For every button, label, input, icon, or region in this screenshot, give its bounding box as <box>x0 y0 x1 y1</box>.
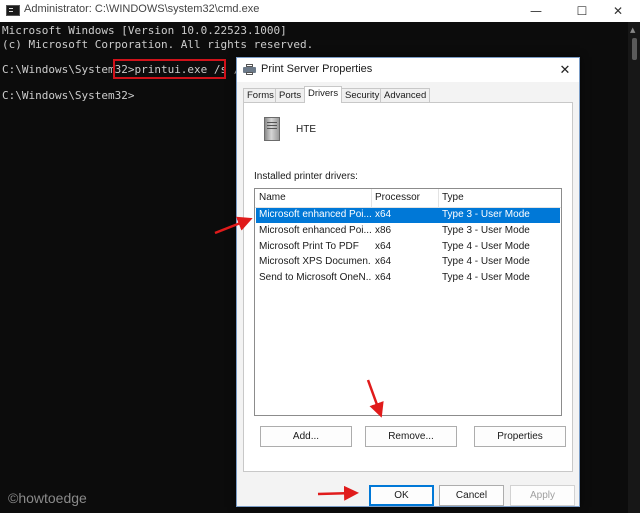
tab-forms[interactable]: Forms <box>243 88 278 102</box>
driver-name-cell: Send to Microsoft OneN... <box>259 272 371 283</box>
dialog-close-button[interactable]: ✕ <box>555 60 575 80</box>
watermark-text: ©howtoedge <box>8 490 87 506</box>
processor-cell: x86 <box>375 225 392 236</box>
server-name: HTE <box>296 124 316 135</box>
type-cell: Type 3 - User Mode <box>442 209 530 220</box>
dialog-title: Print Server Properties <box>261 63 373 75</box>
console-line-version: Microsoft Windows [Version 10.0.22523.10… <box>2 24 287 37</box>
add-button[interactable]: Add... <box>260 426 352 447</box>
cmd-app-icon <box>6 5 20 16</box>
table-row[interactable]: Microsoft Print To PDF x64 Type 4 - User… <box>256 240 560 255</box>
scrollbar-thumb[interactable] <box>632 38 637 60</box>
driver-name-cell: Microsoft Print To PDF <box>259 241 359 252</box>
processor-cell: x64 <box>375 272 392 283</box>
driver-name-cell: Microsoft XPS Documen... <box>259 256 371 267</box>
table-row[interactable]: Send to Microsoft OneN... x64 Type 4 - U… <box>256 271 560 286</box>
close-button[interactable]: ✕ <box>596 0 640 22</box>
driver-name-cell: Microsoft enhanced Poi... <box>259 209 371 220</box>
table-row[interactable]: Microsoft enhanced Poi... x64 Type 3 - U… <box>256 208 560 223</box>
minimize-button[interactable]: — <box>513 0 559 22</box>
type-cell: Type 4 - User Mode <box>442 241 530 252</box>
scroll-up-arrow-icon[interactable]: ▲ <box>630 26 635 34</box>
print-server-properties-dialog: Print Server Properties ✕ Forms Ports Dr… <box>236 57 580 507</box>
table-row[interactable]: Microsoft enhanced Poi... x86 Type 3 - U… <box>256 224 560 239</box>
type-cell: Type 4 - User Mode <box>442 272 530 283</box>
console-scrollbar[interactable] <box>628 22 640 513</box>
driver-name-cell: Microsoft enhanced Poi... <box>259 225 371 236</box>
type-cell: Type 4 - User Mode <box>442 256 530 267</box>
ok-button[interactable]: OK <box>369 485 434 506</box>
remove-button[interactable]: Remove... <box>365 426 457 447</box>
list-header: Name Processor Type <box>255 189 561 208</box>
cancel-button[interactable]: Cancel <box>439 485 504 506</box>
column-header-processor[interactable]: Processor <box>375 192 420 203</box>
apply-button[interactable]: Apply <box>510 485 575 506</box>
command-highlight-box <box>113 59 226 79</box>
printer-icon <box>243 64 256 75</box>
properties-button[interactable]: Properties <box>474 426 566 447</box>
processor-cell: x64 <box>375 241 392 252</box>
drivers-list[interactable]: Name Processor Type Microsoft enhanced P… <box>254 188 562 416</box>
cmd-window-title: Administrator: C:\WINDOWS\system32\cmd.e… <box>24 3 260 15</box>
cmd-title-bar[interactable]: Administrator: C:\WINDOWS\system32\cmd.e… <box>0 0 640 23</box>
console-line-prompt-2: C:\Windows\System32> <box>2 89 135 102</box>
column-header-type[interactable]: Type <box>442 192 464 203</box>
processor-cell: x64 <box>375 209 392 220</box>
type-cell: Type 3 - User Mode <box>442 225 530 236</box>
installed-drivers-label: Installed printer drivers: <box>254 171 358 182</box>
table-row[interactable]: Microsoft XPS Documen... x64 Type 4 - Us… <box>256 255 560 270</box>
tab-advanced[interactable]: Advanced <box>380 88 431 102</box>
tab-security[interactable]: Security <box>341 88 384 102</box>
tab-strip: Forms Ports Drivers Security Advanced <box>237 86 579 103</box>
drivers-tab-panel: HTE Installed printer drivers: Name Proc… <box>243 102 573 472</box>
column-header-name[interactable]: Name <box>259 192 286 203</box>
dialog-title-bar[interactable]: Print Server Properties ✕ <box>237 58 579 82</box>
server-icon <box>264 117 280 141</box>
console-line-copyright: (c) Microsoft Corporation. All rights re… <box>2 38 314 51</box>
tab-drivers[interactable]: Drivers <box>304 86 343 103</box>
tab-ports[interactable]: Ports <box>275 88 306 102</box>
processor-cell: x64 <box>375 256 392 267</box>
